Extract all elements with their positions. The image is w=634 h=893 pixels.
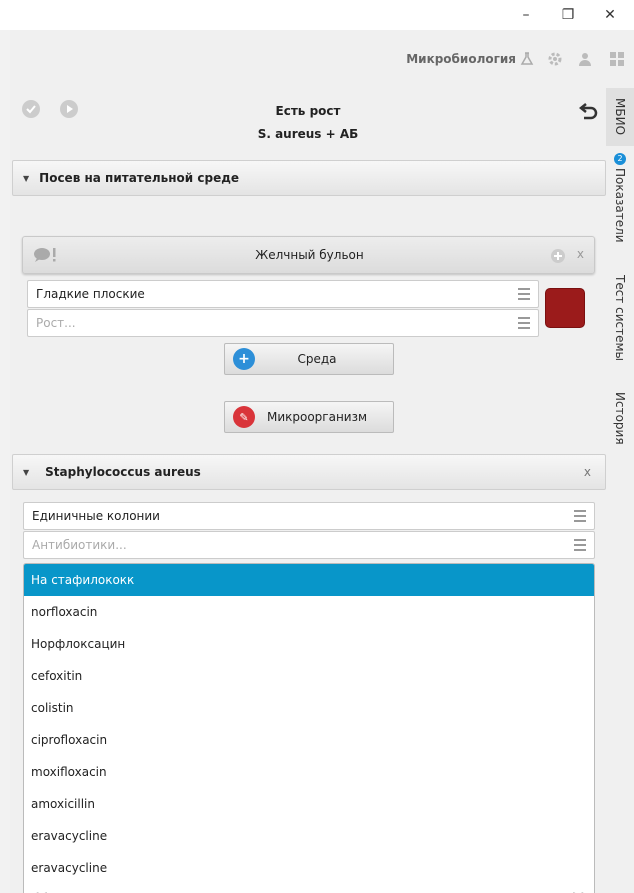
flask-icon <box>520 52 534 65</box>
add-medium-button[interactable]: + Среда <box>224 343 394 375</box>
dropdown-item[interactable]: eravacycline <box>24 820 594 852</box>
tab-mbio[interactable]: МБИО <box>606 88 634 146</box>
bacteria-icon: ✎ <box>233 406 255 428</box>
user-icon[interactable] <box>574 48 596 70</box>
dropdown-item[interactable]: ciprofloxacin <box>24 724 594 756</box>
add-circle-icon[interactable] <box>550 248 566 264</box>
menu-lines-icon[interactable] <box>518 317 530 329</box>
app-module-label: Микробиология <box>406 52 516 66</box>
undo-icon[interactable] <box>578 100 600 122</box>
colonies-value: Единичные колонии <box>32 509 160 523</box>
menu-lines-icon[interactable] <box>574 510 586 522</box>
dropdown-item[interactable]: moxifloxacin <box>24 756 594 788</box>
add-microorganism-button[interactable]: ✎ Микроорганизм <box>224 401 394 433</box>
tab-test-systems[interactable]: Тест системы <box>606 263 634 373</box>
grid-apps-icon[interactable] <box>606 48 628 70</box>
remove-organism-button[interactable]: x <box>584 465 591 479</box>
indicators-count-badge: 2 <box>614 153 626 166</box>
growth-field[interactable]: Рост... <box>27 309 539 337</box>
remove-medium-button[interactable]: x <box>577 247 584 261</box>
organism-section-label: Staphylococcus aureus <box>45 465 201 479</box>
settings-gear-icon[interactable] <box>544 48 566 70</box>
status-title: Есть рост <box>275 104 341 118</box>
window-titlebar: – ❐ ✕ <box>0 0 634 30</box>
tab-history[interactable]: История <box>606 378 634 458</box>
sowing-section-label: Посев на питательной среде <box>39 171 240 185</box>
dropdown-item[interactable]: norfloxacin <box>24 596 594 628</box>
collapse-triangle-icon: ▼ <box>23 467 30 477</box>
dropdown-item[interactable]: eravacycline <box>24 852 594 884</box>
maximize-button[interactable]: ❐ <box>548 0 588 30</box>
menu-lines-icon[interactable] <box>518 288 530 300</box>
top-toolbar: Микробиология <box>10 30 634 88</box>
dropdown-pagination: << >> <box>24 882 594 893</box>
dropdown-item[interactable]: amoxicillin <box>24 788 594 820</box>
app-module-selector[interactable]: Микробиология <box>406 52 534 66</box>
growth-placeholder: Рост... <box>36 316 76 330</box>
medium-title: Желчный бульон <box>255 248 364 262</box>
add-microorganism-label: Микроорганизм <box>266 410 368 424</box>
dropdown-item[interactable]: Норфлоксацин <box>24 628 594 660</box>
antibiotics-search-input[interactable]: Антибиотики... <box>23 531 595 559</box>
organism-section-header[interactable]: ▼ Staphylococcus aureus x <box>12 454 606 490</box>
close-window-button[interactable]: ✕ <box>590 0 630 30</box>
dropdown-item[interactable]: cefoxitin <box>24 660 594 692</box>
sowing-section-header[interactable]: ▼ Посев на питательной среде <box>12 160 606 196</box>
collapse-triangle-icon: ▼ <box>23 173 30 183</box>
colony-shape-field[interactable]: Гладкие плоские <box>27 280 539 308</box>
medium-card-header: Желчный бульон x <box>22 236 595 274</box>
colony-shape-value: Гладкие плоские <box>36 287 145 301</box>
dropdown-item[interactable]: На стафилококк <box>24 564 594 596</box>
minimize-button[interactable]: – <box>506 0 546 30</box>
antibiotics-placeholder: Антибиотики... <box>32 538 127 552</box>
colonies-field[interactable]: Единичные колонии <box>23 502 595 530</box>
side-tabs: МБИО 2 Показатели Тест системы История <box>606 88 634 893</box>
antibiotics-dropdown: На стафилококк norfloxacin Норфлоксацин … <box>23 563 595 893</box>
tab-indicators[interactable]: 2 Показатели <box>606 148 634 248</box>
app-root: Микробиология МБИО 2 Показатели Тест сис… <box>10 30 634 893</box>
main-panel: Есть рост S. aureus + АБ ▼ Посев на пита… <box>10 88 606 893</box>
status-subtitle: S. aureus + АБ <box>257 127 359 141</box>
dropdown-item[interactable]: colistin <box>24 692 594 724</box>
menu-lines-icon[interactable] <box>574 539 586 551</box>
add-medium-label: Среда <box>297 352 337 366</box>
color-swatch[interactable] <box>545 288 585 328</box>
plus-circle-icon: + <box>233 348 255 370</box>
